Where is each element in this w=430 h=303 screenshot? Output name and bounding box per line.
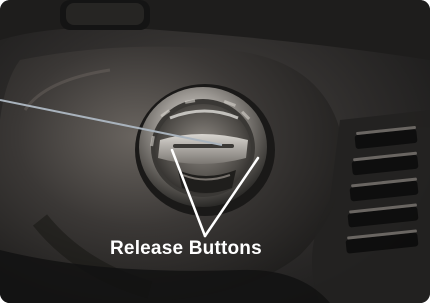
ignition-cylinder — [135, 84, 275, 216]
release-buttons-label: Release Buttons — [110, 238, 262, 259]
